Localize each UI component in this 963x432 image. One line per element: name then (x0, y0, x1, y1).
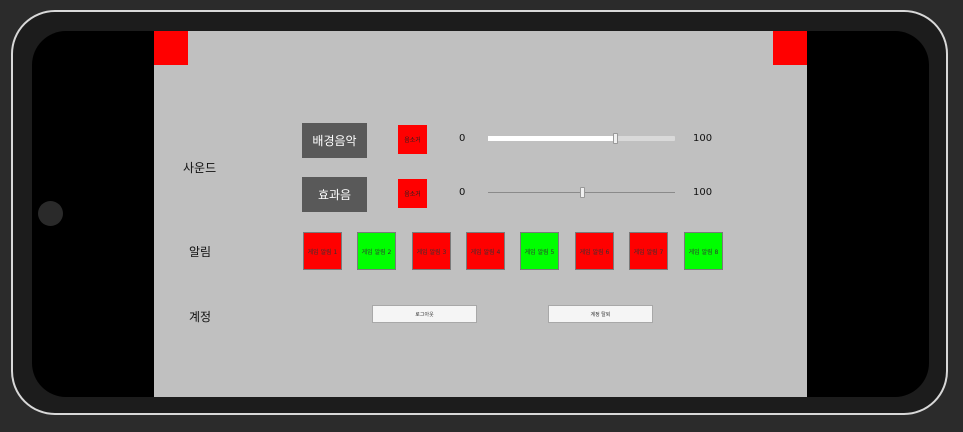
bgm-button[interactable]: 배경음악 (302, 123, 367, 158)
alarm-toggle-1[interactable]: 게임 알림 1 (303, 232, 342, 270)
alarm-toggle-6[interactable]: 게임 알림 6 (575, 232, 614, 270)
settings-panel: 사운드 배경음악 음소거 0 100 효과음 음소거 0 100 알림 게임 알… (154, 31, 807, 397)
front-camera (38, 201, 63, 226)
sfx-mute-toggle[interactable]: 음소거 (398, 179, 427, 208)
top-left-red-button[interactable] (154, 31, 188, 65)
alarm-toggle-2[interactable]: 게임 알림 2 (357, 232, 396, 270)
alarm-toggle-5[interactable]: 게임 알림 5 (520, 232, 559, 270)
bgm-min-value: 0 (459, 133, 466, 144)
sfx-min-value: 0 (459, 187, 466, 198)
bgm-volume-slider[interactable] (488, 132, 675, 146)
delete-account-button[interactable]: 계정 탈퇴 (548, 305, 653, 323)
top-right-red-button[interactable] (773, 31, 807, 65)
alarm-toggle-4[interactable]: 게임 알림 4 (466, 232, 505, 270)
sound-section-label: 사운드 (183, 161, 217, 175)
alarm-section-label: 알림 (189, 245, 212, 259)
sfx-max-value: 100 (693, 187, 713, 198)
alarm-toggle-7[interactable]: 게임 알림 7 (629, 232, 668, 270)
bgm-max-value: 100 (693, 133, 713, 144)
sfx-button[interactable]: 효과음 (302, 177, 367, 212)
account-section-label: 계정 (189, 310, 212, 324)
sfx-slider-handle[interactable] (580, 187, 585, 198)
bgm-slider-handle[interactable] (613, 133, 618, 144)
bgm-mute-toggle[interactable]: 음소거 (398, 125, 427, 154)
alarm-toggle-3[interactable]: 게임 알림 3 (412, 232, 451, 270)
bgm-slider-fill (488, 136, 615, 141)
sfx-volume-slider[interactable] (488, 186, 675, 200)
alarm-toggle-8[interactable]: 게임 알림 8 (684, 232, 723, 270)
logout-button[interactable]: 로그아웃 (372, 305, 477, 323)
